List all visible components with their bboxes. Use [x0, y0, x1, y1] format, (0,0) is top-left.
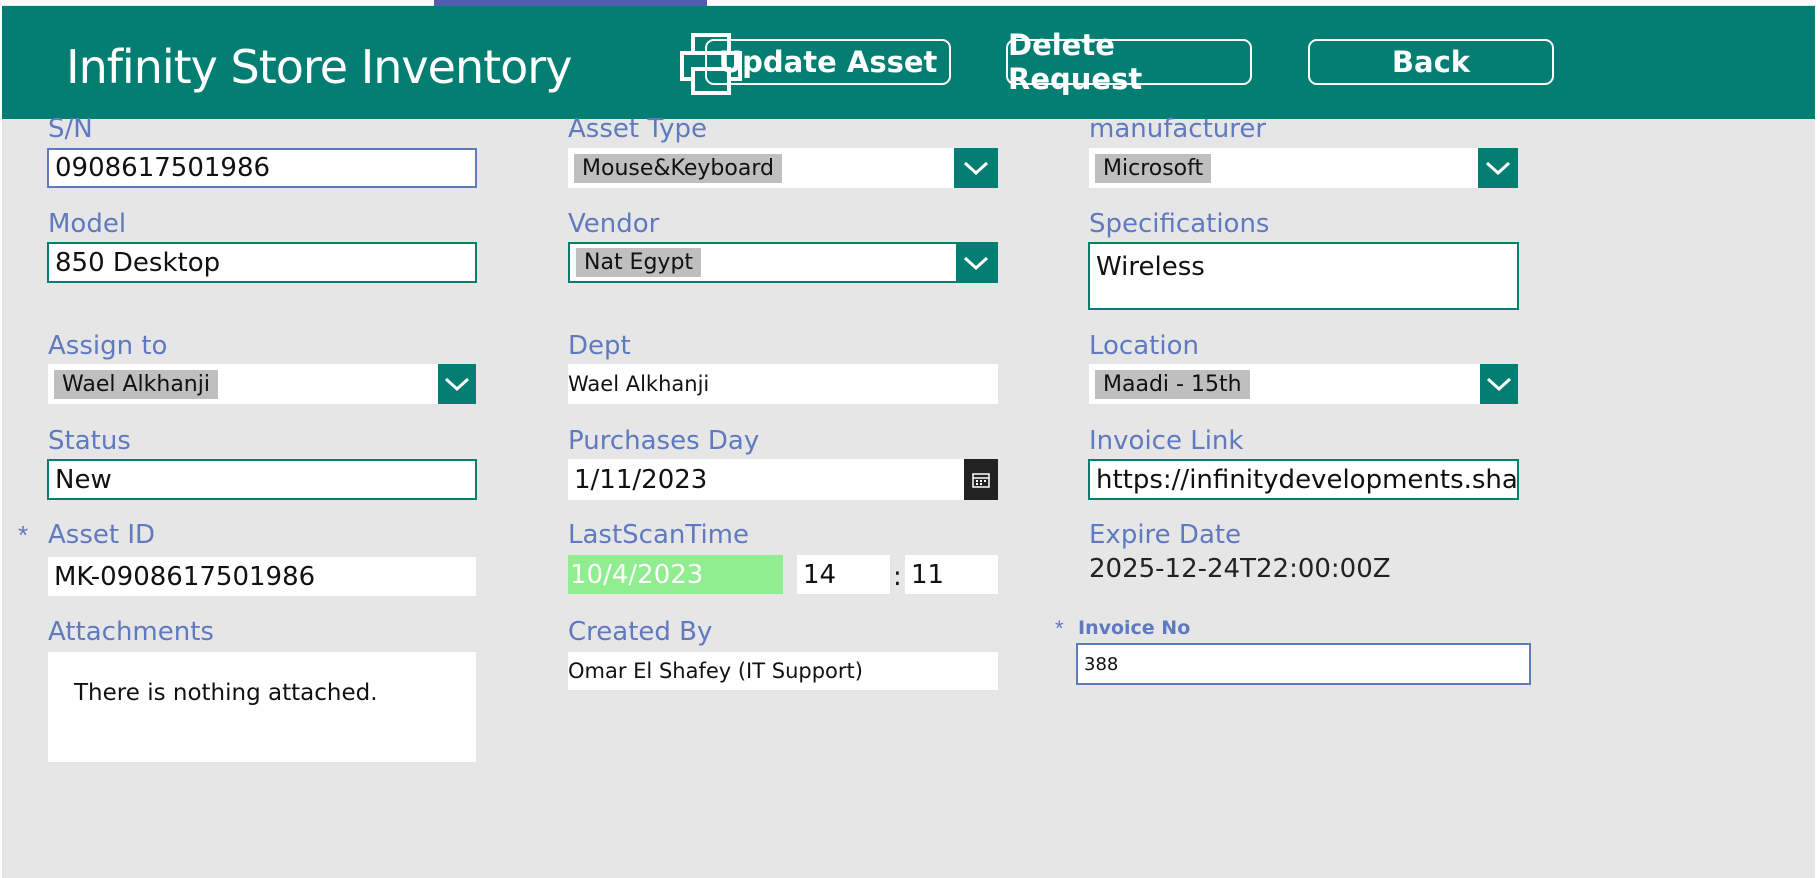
assign-to-dropdown[interactable]: Wael Alkhanji [48, 364, 476, 404]
specifications-textarea[interactable]: Wireless [1088, 242, 1519, 310]
location-dropdown[interactable]: Maadi - 15th [1089, 364, 1518, 404]
required-mark: * [1055, 616, 1064, 641]
delete-request-button[interactable]: Delete Request [1006, 28, 1252, 96]
location-value: Maadi - 15th [1095, 369, 1250, 399]
purchases-day-label: Purchases Day [568, 426, 760, 456]
last-scan-time-label: LastScanTime [568, 520, 749, 550]
purchases-day-datepicker[interactable]: 1/11/2023 [568, 459, 998, 500]
purchases-day-value: 1/11/2023 [574, 464, 708, 495]
vendor-value: Nat Egypt [576, 248, 702, 277]
specifications-label: Specifications [1089, 209, 1270, 239]
expire-date-value: 2025-12-24T22:00:00Z [1089, 554, 1391, 584]
status-label: Status [48, 426, 131, 456]
vendor-label: Vendor [568, 209, 660, 239]
header-bar: Infinity Store Inventory Update Asset De… [2, 6, 1815, 119]
dept-field: Wael Alkhanji [568, 364, 998, 404]
status-input[interactable]: New [47, 459, 477, 500]
model-label: Model [48, 209, 127, 239]
sn-input[interactable]: 0908617501986 [47, 148, 477, 188]
last-scan-date-input[interactable]: 10/4/2023 [568, 555, 783, 594]
asset-id-label: Asset ID [48, 520, 156, 550]
invoice-no-input[interactable]: 388 [1076, 643, 1531, 685]
dept-label: Dept [568, 331, 631, 361]
created-by-field: Omar El Shafey (IT Support) [568, 652, 998, 690]
assign-to-value: Wael Alkhanji [54, 369, 218, 399]
back-button[interactable]: Back [1308, 39, 1554, 85]
assign-to-label: Assign to [48, 331, 168, 361]
sn-label: S/N [48, 114, 93, 144]
asset-id-input[interactable]: MK-0908617501986 [48, 557, 476, 596]
update-asset-button[interactable]: Update Asset [705, 39, 951, 85]
chevron-down-icon[interactable] [1480, 364, 1518, 404]
last-scan-hour-input[interactable]: 14 [797, 555, 890, 594]
chevron-down-icon[interactable] [954, 148, 998, 188]
chevron-down-icon[interactable] [956, 244, 996, 281]
asset-type-label: Asset Type [568, 114, 708, 144]
asset-type-dropdown[interactable]: Mouse&Keyboard [568, 148, 998, 188]
calendar-icon[interactable] [964, 459, 998, 500]
chevron-down-icon[interactable] [1478, 148, 1518, 188]
last-scan-minute-input[interactable]: 11 [905, 555, 998, 594]
created-by-label: Created By [568, 617, 713, 647]
vendor-dropdown[interactable]: Nat Egypt [568, 242, 998, 283]
required-mark: * [18, 520, 29, 550]
invoice-link-input[interactable]: https://infinitydevelopments.sharepoint [1088, 459, 1519, 500]
expire-date-label: Expire Date [1089, 520, 1242, 550]
chevron-down-icon[interactable] [438, 364, 476, 404]
location-label: Location [1089, 331, 1199, 361]
attachments-label: Attachments [48, 617, 214, 647]
page-title: Infinity Store Inventory [66, 40, 572, 94]
model-input[interactable]: 850 Desktop [47, 242, 477, 283]
attachments-box[interactable]: There is nothing attached. [48, 652, 476, 762]
manufacturer-label: manufacturer [1089, 114, 1267, 144]
manufacturer-value: Microsoft [1095, 153, 1212, 183]
invoice-link-label: Invoice Link [1089, 426, 1244, 456]
manufacturer-dropdown[interactable]: Microsoft [1089, 148, 1518, 188]
time-separator: : [893, 562, 902, 592]
asset-type-value: Mouse&Keyboard [574, 153, 782, 183]
invoice-no-label: Invoice No [1078, 617, 1191, 639]
